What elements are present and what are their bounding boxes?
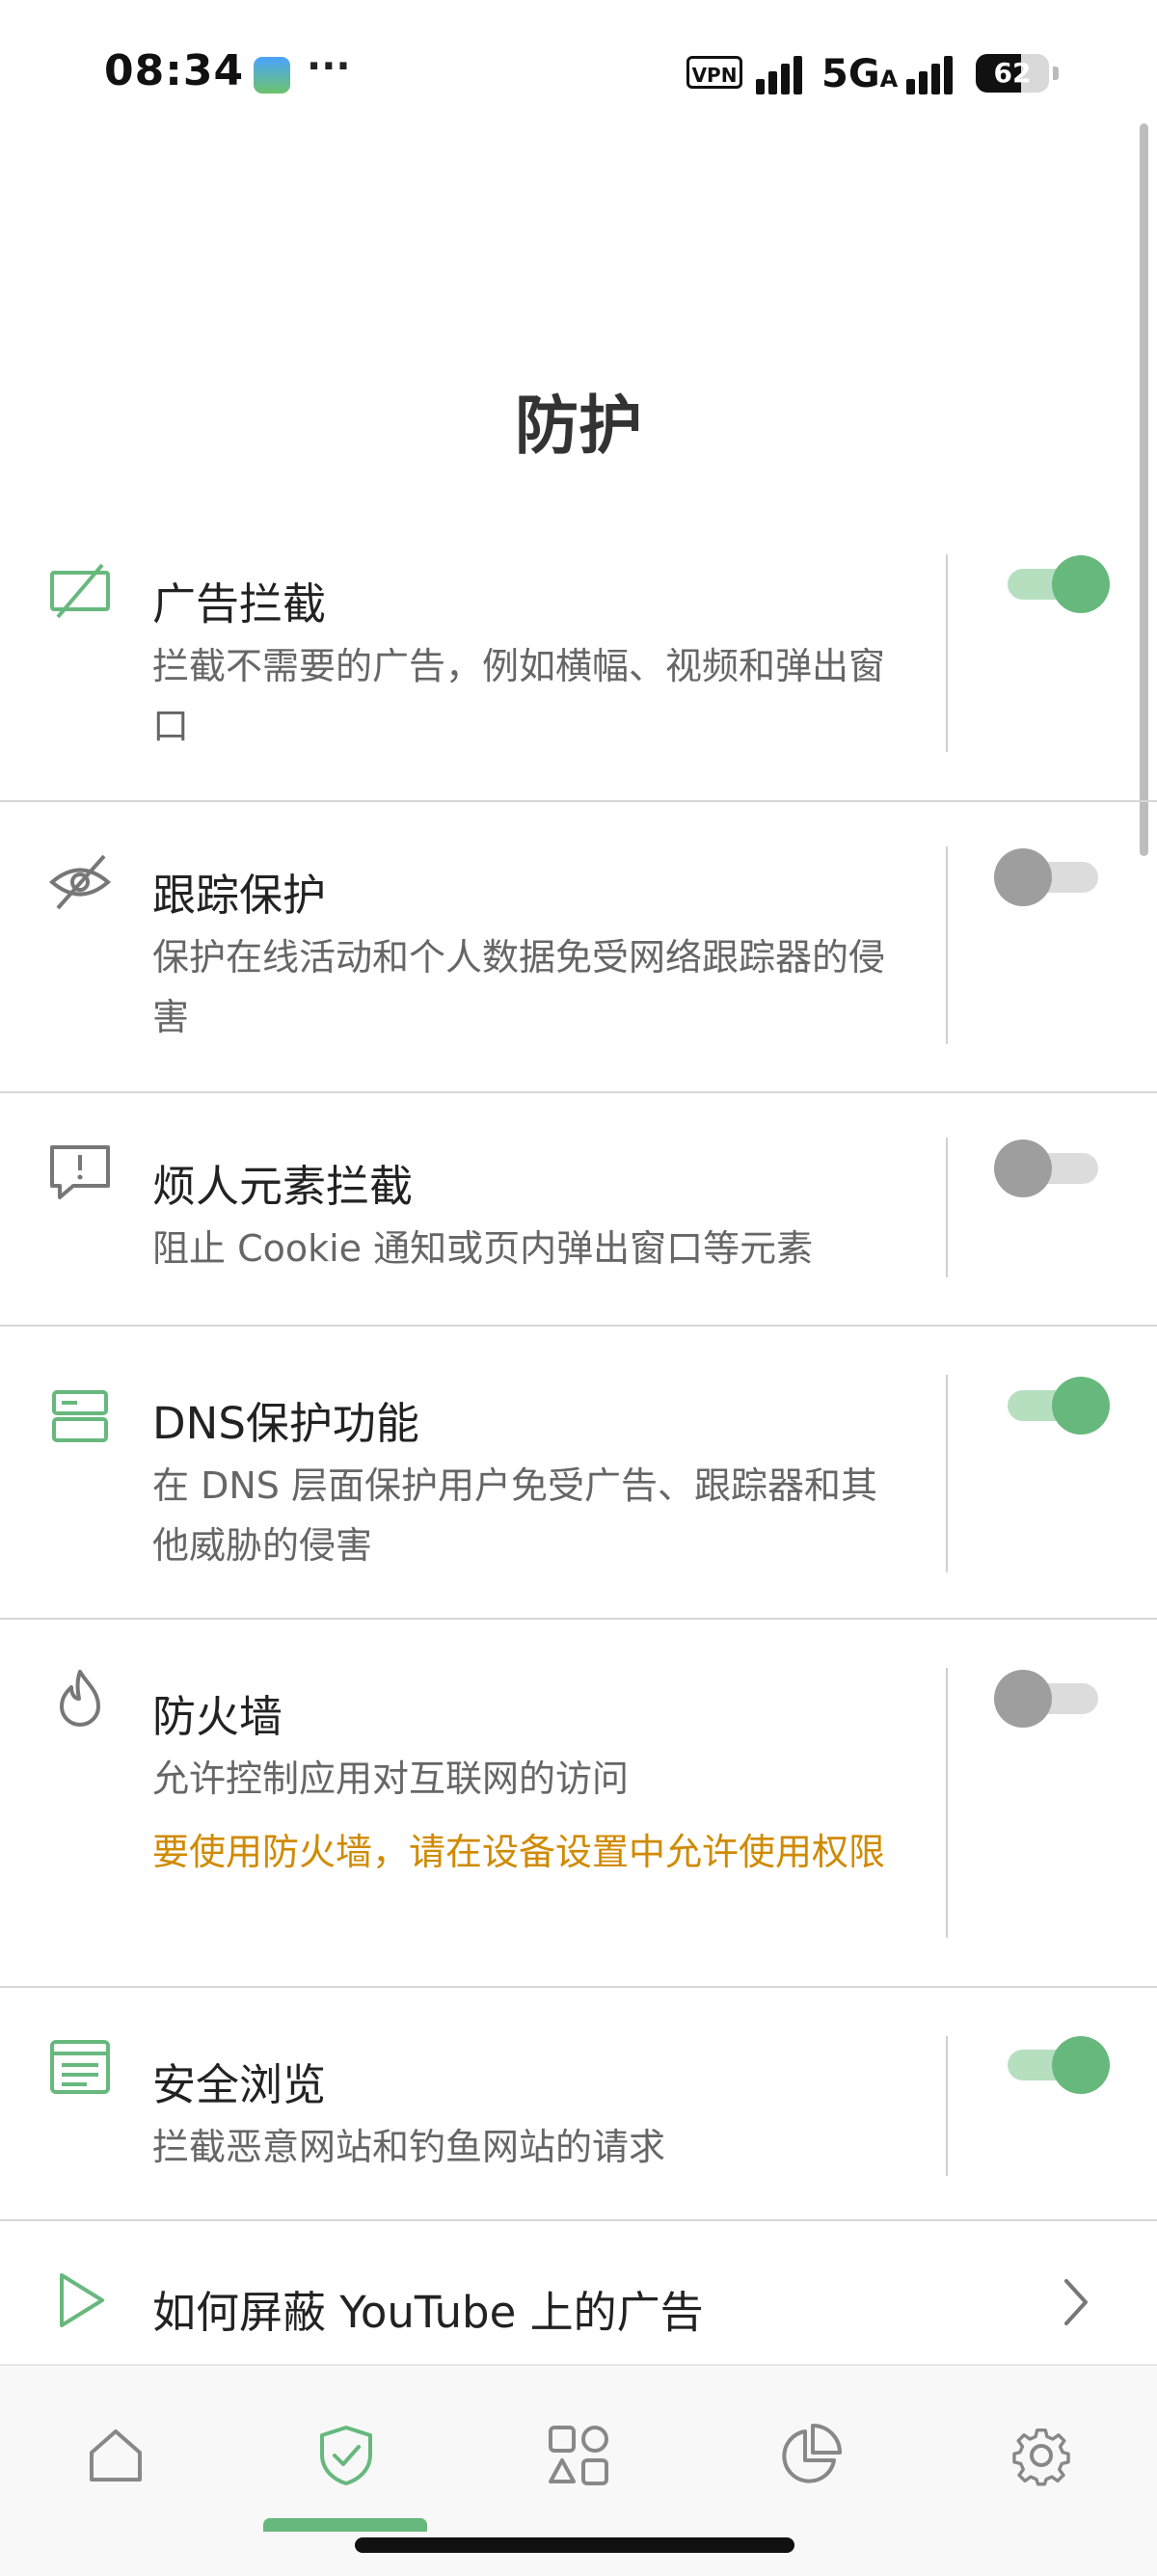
item-title: DNS保护功能 <box>152 1398 419 1449</box>
ad-block-icon <box>50 563 110 619</box>
tracking-protection-toggle[interactable] <box>994 848 1098 906</box>
status-bar: 08:34 ··· VPN 5GA 62 <box>0 0 1157 145</box>
pie-chart-icon[interactable] <box>776 2422 844 2489</box>
annoyances-toggle[interactable] <box>994 1140 1098 1197</box>
flame-icon <box>60 1670 100 1727</box>
status-time: 08:34 <box>104 46 245 95</box>
signal-icon-2 <box>906 50 960 94</box>
home-indicator[interactable] <box>355 2537 794 2553</box>
active-tab-indicator <box>263 2518 427 2532</box>
protection-item-firewall[interactable]: 防火墙 允许控制应用对互联网的访问 要使用防火墙，请在设备设置中允许使用权限 <box>0 1620 1157 1988</box>
link-title: 如何屏蔽 YouTube 上的广告 <box>152 2287 704 2338</box>
battery-level: 62 <box>993 57 1032 89</box>
chevron-right-icon <box>1064 2279 1088 2325</box>
item-title: 安全浏览 <box>152 2059 327 2110</box>
item-description: 允许控制应用对互联网的访问 <box>152 1758 630 1800</box>
shield-check-icon[interactable] <box>312 2422 380 2489</box>
network-type: 5GA <box>821 52 899 96</box>
vpn-icon: VPN <box>686 56 742 89</box>
item-description: 保护在线活动和个人数据免受网络跟踪器的侵害 <box>152 936 886 1038</box>
play-icon <box>60 2273 104 2327</box>
home-icon[interactable] <box>82 2422 149 2489</box>
protection-item-dns[interactable]: DNS保护功能 在 DNS 层面保护用户免受广告、跟踪器和其他威胁的侵害 <box>0 1327 1157 1620</box>
eye-off-icon <box>48 854 112 910</box>
notification-app-icon <box>254 57 290 94</box>
protection-item-tracking[interactable]: 跟踪保护 保护在线活动和个人数据免受网络跟踪器的侵害 <box>0 802 1157 1093</box>
more-notifications-icon: ··· <box>307 44 351 89</box>
ad-block-toggle[interactable] <box>1008 555 1110 613</box>
youtube-ads-help-link[interactable]: 如何屏蔽 YouTube 上的广告 <box>0 2221 1157 2364</box>
item-description: 在 DNS 层面保护用户免受广告、跟踪器和其他威胁的侵害 <box>152 1464 877 1567</box>
protection-item-safe-browsing[interactable]: 安全浏览 拦截恶意网站和钓鱼网站的请求 <box>0 1988 1157 2221</box>
item-description: 拦截恶意网站和钓鱼网站的请求 <box>152 2126 666 2168</box>
dns-server-icon <box>52 1390 108 1442</box>
alert-message-icon <box>50 1145 110 1199</box>
firewall-toggle[interactable] <box>994 1670 1098 1728</box>
firewall-permission-warning[interactable]: 要使用防火墙，请在设备设置中允许使用权限 <box>152 1822 885 1882</box>
item-description: 拦截不需要的广告，例如横幅、视频和弹出窗口 <box>152 645 886 747</box>
safe-browsing-toggle[interactable] <box>1008 2036 1110 2094</box>
item-title: 广告拦截 <box>152 578 327 630</box>
item-title: 防火墙 <box>152 1691 283 1742</box>
item-description: 阻止 Cookie 通知或页内弹出窗口等元素 <box>152 1227 814 1270</box>
item-title: 跟踪保护 <box>152 870 327 921</box>
gear-icon[interactable] <box>1008 2422 1075 2489</box>
battery-icon: 62 <box>976 54 1049 93</box>
signal-icon <box>756 50 810 94</box>
page-title: 防护 <box>515 389 642 463</box>
apps-grid-icon[interactable] <box>545 2422 612 2489</box>
protection-item-annoyances[interactable]: 烦人元素拦截 阻止 Cookie 通知或页内弹出窗口等元素 <box>0 1093 1157 1327</box>
item-title: 烦人元素拦截 <box>152 1161 414 1212</box>
browser-window-icon <box>50 2040 110 2094</box>
protection-item-ad-block[interactable]: 广告拦截 拦截不需要的广告，例如横幅、视频和弹出窗口 <box>0 540 1157 802</box>
dns-protection-toggle[interactable] <box>1008 1377 1110 1435</box>
